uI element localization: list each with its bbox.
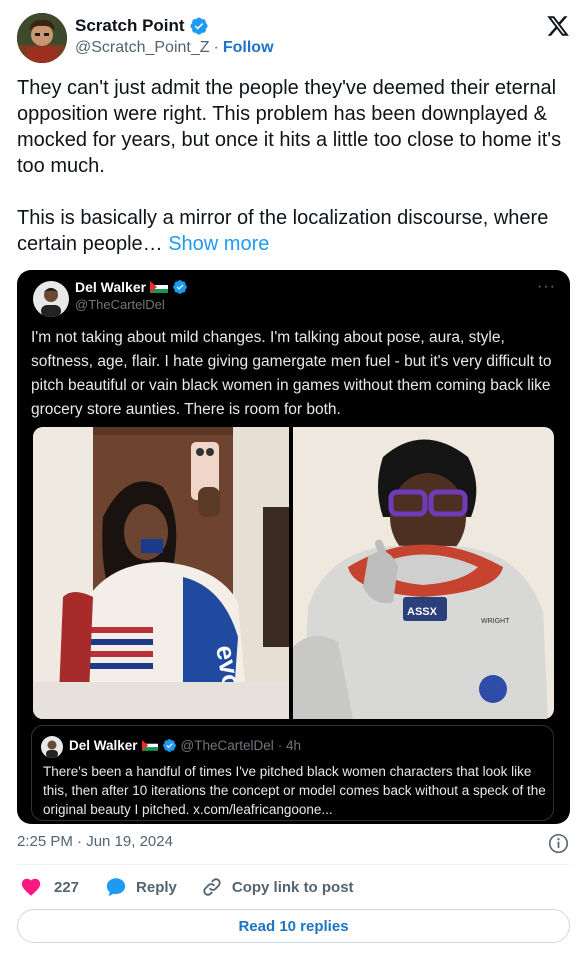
nested-author-handle: @TheCartelDel [180, 738, 274, 753]
author-handle[interactable]: @Scratch_Point_Z [75, 39, 210, 57]
palestine-flag-icon [141, 740, 158, 751]
more-options-icon[interactable]: ··· [537, 278, 556, 296]
quote-image-selfie[interactable]: evol [33, 427, 289, 719]
read-replies-button[interactable]: Read 10 replies [17, 909, 570, 943]
quote-author-avatar [33, 281, 69, 317]
author-avatar[interactable] [17, 13, 67, 63]
reply-label: Reply [136, 878, 177, 896]
nested-author-row: Del Walker @TheCartelDel · 4h [69, 738, 301, 753]
quoted-tweet-card[interactable]: Del Walker @TheCartelDel ··· I'm not tak… [17, 270, 570, 824]
svg-text:WRIGHT: WRIGHT [481, 618, 510, 625]
info-icon[interactable] [548, 833, 569, 854]
quote-image-astronaut[interactable]: ASSX WRIGHT [293, 427, 554, 719]
tweet-body: They can't just admit the people they've… [17, 77, 562, 255]
copy-link-label: Copy link to post [231, 878, 354, 896]
nested-quote-text: There's been a handful of times I've pit… [43, 764, 546, 817]
divider [17, 864, 570, 865]
quote-author-name: Del Walker [75, 279, 147, 295]
verified-badge-icon [173, 280, 187, 294]
nested-author-avatar [41, 736, 63, 758]
post-timestamp[interactable]: 2:25 PM · Jun 19, 2024 [17, 833, 173, 850]
show-more-link[interactable]: Show more [168, 233, 269, 255]
like-button[interactable]: 227 [20, 876, 79, 898]
follow-button[interactable]: Follow [223, 39, 274, 57]
heart-icon [21, 878, 41, 896]
quote-author-row: Del Walker [75, 279, 188, 295]
x-logo-icon[interactable] [545, 14, 571, 38]
action-bar: 227 Reply Copy link to post [17, 875, 354, 899]
author-handle-row: @Scratch_Point_Z · Follow [75, 39, 274, 57]
nested-author-name: Del Walker [69, 738, 138, 753]
reply-bubble-icon [106, 878, 126, 897]
link-icon [203, 878, 221, 896]
nested-quoted-tweet[interactable]: Del Walker @TheCartelDel · 4h There's be… [31, 725, 554, 821]
verified-badge-icon [162, 739, 176, 752]
quote-author-handle: @TheCartelDel [75, 297, 165, 312]
reply-button[interactable]: Reply [105, 876, 177, 898]
nested-post-time: · 4h [277, 738, 302, 753]
tweet-header: Scratch Point @Scratch_Point_Z · Follow [0, 0, 588, 70]
quote-text: I'm not taking about mild changes. I'm t… [31, 329, 552, 418]
copy-link-button[interactable]: Copy link to post [201, 876, 354, 898]
svg-text:ASSX: ASSX [407, 606, 438, 618]
palestine-flag-icon [150, 281, 169, 293]
verified-badge-icon [190, 17, 208, 35]
like-count: 227 [54, 878, 80, 896]
handle-separator: · [213, 39, 219, 56]
tweet-text: They can't just admit the people they've… [17, 75, 577, 257]
author-name-row: Scratch Point [75, 16, 209, 36]
author-name[interactable]: Scratch Point [75, 16, 185, 36]
